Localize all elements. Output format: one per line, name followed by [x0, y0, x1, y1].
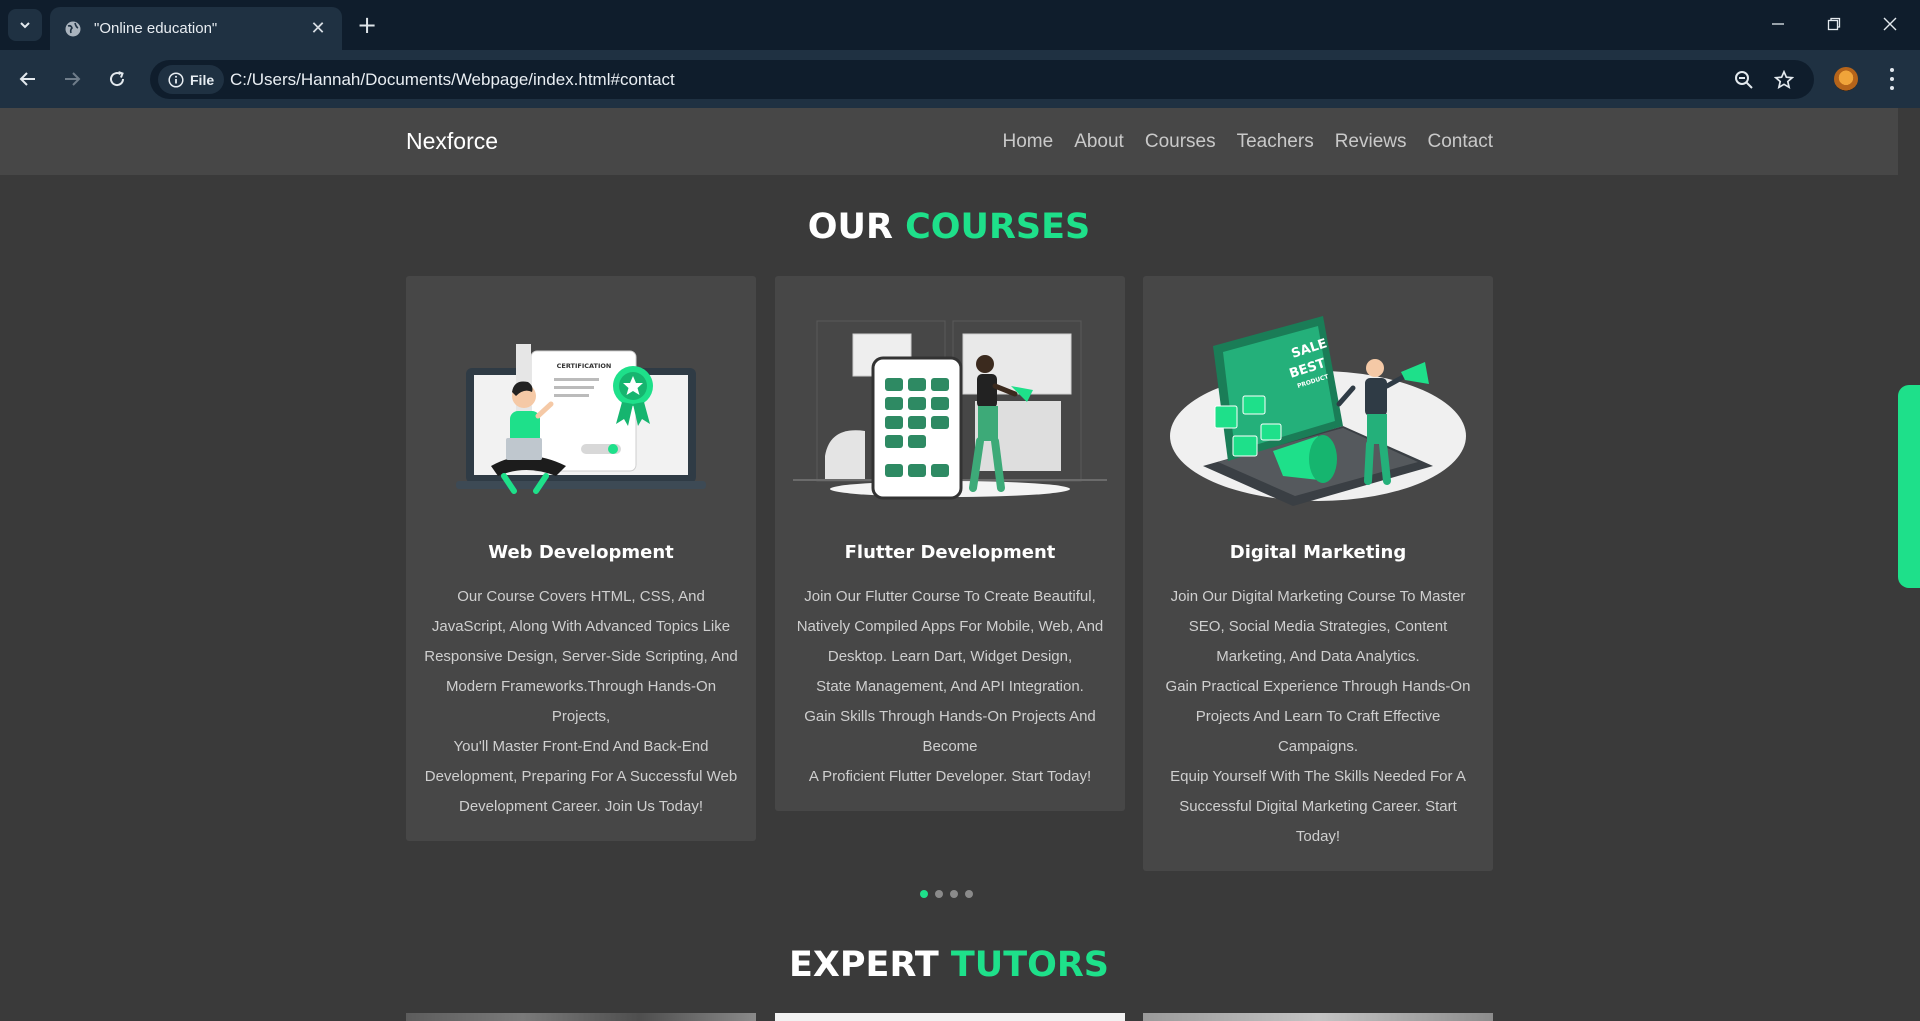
tutors-heading-green: TUTORS — [950, 945, 1109, 985]
svg-text:CERTIFICATION: CERTIFICATION — [557, 362, 612, 370]
brand-logo[interactable]: Nexforce — [406, 108, 498, 175]
course-description-paragraph: Join Our Digital Marketing Course To Mas… — [1170, 588, 1466, 665]
course-description-paragraph: Our Course Covers HTML, CSS, And JavaScr… — [424, 588, 738, 725]
tutors-heading: EXPERT TUTORS — [0, 945, 1898, 985]
nav-reviews[interactable]: Reviews — [1335, 131, 1407, 153]
carousel-dot[interactable] — [920, 890, 928, 898]
course-description: Join Our Flutter Course To Create Beauti… — [789, 582, 1111, 792]
nav-courses[interactable]: Courses — [1145, 131, 1216, 153]
page-scrollbar-thumb[interactable] — [1898, 385, 1920, 588]
tab-search-button[interactable] — [8, 9, 42, 41]
back-button[interactable] — [12, 63, 44, 95]
profile-avatar[interactable] — [1834, 67, 1858, 91]
tutor-card-preview[interactable] — [775, 1013, 1125, 1021]
course-title: Digital Marketing — [1229, 542, 1407, 563]
course-description-paragraph: A Proficient Flutter Developer. Start To… — [808, 768, 1092, 785]
star-icon — [1774, 70, 1794, 90]
nav-home[interactable]: Home — [1003, 131, 1054, 153]
url-text[interactable]: C:/Users/Hannah/Documents/Webpage/index.… — [230, 60, 675, 99]
courses-heading-white: OUR — [807, 207, 893, 247]
course-description-paragraph: State Management, And API Integration. — [816, 678, 1084, 695]
close-icon — [1883, 17, 1897, 31]
web-page: Nexforce Home About Courses Teachers Rev… — [0, 108, 1920, 1021]
info-icon — [168, 71, 184, 88]
zoom-button[interactable] — [1732, 68, 1756, 92]
course-card-web[interactable]: CERTIFICATION Web Development Our Course… — [406, 276, 756, 841]
reload-button[interactable] — [101, 63, 133, 95]
course-title: Web Development — [488, 542, 674, 563]
forward-button[interactable] — [56, 63, 88, 95]
address-bar[interactable]: File C:/Users/Hannah/Documents/Webpage/i… — [150, 60, 1814, 99]
course-title: Flutter Development — [844, 542, 1056, 563]
tab-title: "Online education" — [94, 20, 218, 37]
carousel-dot[interactable] — [935, 890, 943, 898]
nav-about[interactable]: About — [1074, 131, 1124, 153]
nav-teachers[interactable]: Teachers — [1237, 131, 1314, 153]
certification-illustration: CERTIFICATION — [456, 344, 706, 494]
globe-icon — [65, 21, 81, 36]
minimize-icon — [1772, 23, 1784, 25]
chevron-down-icon — [20, 22, 30, 29]
carousel-dot[interactable] — [965, 890, 973, 898]
close-window-button[interactable] — [1870, 8, 1910, 40]
site-nav: Home About Courses Teachers Reviews Cont… — [1003, 108, 1494, 175]
zoom-out-icon — [1735, 71, 1753, 89]
site-info-chip[interactable]: File — [158, 65, 224, 94]
course-card-marketing[interactable]: SALE BEST PRODUCT Digital Marketing Join… — [1143, 276, 1493, 871]
new-tab-button[interactable]: + — [352, 10, 382, 40]
site-chip-label: File — [190, 71, 215, 88]
minimize-button[interactable] — [1758, 8, 1798, 40]
browser-titlebar: "Online education" ✕ + — [0, 0, 1920, 50]
carousel-pagination — [920, 890, 973, 898]
site-header: Nexforce Home About Courses Teachers Rev… — [0, 108, 1898, 175]
browser-tab[interactable]: "Online education" ✕ — [50, 7, 342, 50]
restore-button[interactable] — [1814, 8, 1854, 40]
tutor-card-preview[interactable] — [1143, 1013, 1493, 1021]
tab-close-icon[interactable]: ✕ — [308, 18, 328, 39]
course-description-paragraph: Equip Yourself With The Skills Needed Fo… — [1170, 768, 1466, 845]
tutor-card-preview[interactable] — [406, 1013, 756, 1021]
reload-icon — [110, 71, 125, 87]
course-description-paragraph: You'll Master Front-End And Back-End Dev… — [424, 738, 738, 815]
course-card-flutter[interactable]: Flutter Development Join Our Flutter Cou… — [775, 276, 1125, 811]
course-description: Join Our Digital Marketing Course To Mas… — [1157, 582, 1479, 852]
bookmark-button[interactable] — [1772, 68, 1796, 92]
arrow-right-icon — [65, 72, 81, 86]
mobile-app-illustration — [793, 320, 1107, 500]
nav-contact[interactable]: Contact — [1428, 131, 1493, 153]
course-description-paragraph: Gain Practical Experience Through Hands-… — [1165, 678, 1471, 755]
tutors-heading-white: EXPERT — [789, 945, 939, 985]
courses-heading: OUR COURSES — [0, 207, 1898, 247]
browser-menu-button[interactable] — [1880, 65, 1904, 93]
marketing-illustration: SALE BEST PRODUCT — [1170, 316, 1466, 506]
courses-heading-green: COURSES — [905, 207, 1091, 247]
course-description: Our Course Covers HTML, CSS, And JavaScr… — [420, 582, 742, 822]
restore-icon — [1827, 17, 1841, 31]
carousel-dot[interactable] — [950, 890, 958, 898]
arrow-left-icon — [19, 72, 35, 86]
browser-toolbar: File C:/Users/Hannah/Documents/Webpage/i… — [0, 50, 1920, 108]
course-description-paragraph: Gain Skills Through Hands-On Projects An… — [804, 708, 1096, 755]
course-description-paragraph: Join Our Flutter Course To Create Beauti… — [796, 588, 1104, 665]
